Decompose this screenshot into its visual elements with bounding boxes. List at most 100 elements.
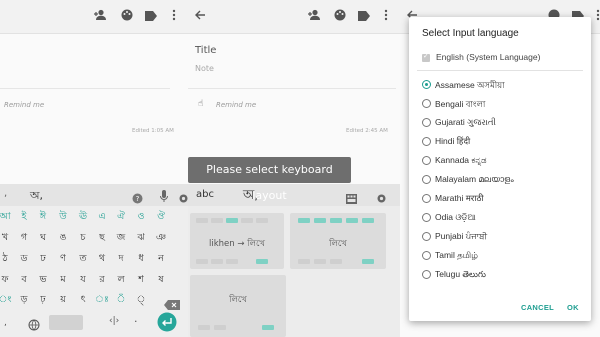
key[interactable]: গ: [16, 229, 32, 247]
layout-card-transliteration[interactable]: likhen → লিখে: [190, 213, 284, 269]
note-title-field[interactable]: Title: [195, 45, 216, 56]
key[interactable]: ৎ: [75, 291, 91, 309]
key[interactable]: র: [94, 271, 110, 289]
spacebar[interactable]: [49, 315, 83, 330]
key[interactable]: ড: [16, 250, 32, 268]
key[interactable]: ঞ: [153, 229, 169, 247]
keyboard-layout-tooltip: Please select keyboard layout: [188, 157, 351, 202]
abc-key[interactable]: abc: [196, 189, 214, 200]
key[interactable]: ন: [153, 250, 169, 268]
label-icon[interactable]: [356, 9, 372, 25]
key[interactable]: ও: [133, 208, 149, 226]
key[interactable]: ং: [0, 291, 13, 309]
language-label: Malayalam മലയാളം: [435, 174, 514, 184]
layout-card-native[interactable]: লিখে: [290, 213, 386, 269]
more-vert-icon[interactable]: [378, 9, 394, 25]
key[interactable]: ঢ়: [35, 291, 51, 309]
period-key[interactable]: ·: [134, 315, 138, 328]
language-option-punjabi[interactable]: Punjabi ਪੰਜਾਬੀ: [422, 229, 582, 245]
ok-button[interactable]: OK: [567, 303, 579, 312]
label-icon[interactable]: [143, 9, 159, 25]
key[interactable]: ঔ: [153, 208, 169, 226]
comma-key[interactable]: ,: [4, 188, 7, 199]
toolbar-left: [0, 0, 184, 34]
key[interactable]: চ: [75, 229, 91, 247]
language-option-malayalam[interactable]: Malayalam മലയാളം: [422, 172, 582, 188]
key[interactable]: ্: [133, 291, 149, 309]
key[interactable]: ঘ: [35, 229, 51, 247]
language-option-tamil[interactable]: Tamil தமிழ்: [422, 248, 582, 264]
system-language-option[interactable]: ✓ English (System Language): [422, 52, 582, 66]
layout-icon[interactable]: [346, 189, 357, 208]
add-person-icon[interactable]: [92, 9, 108, 25]
key-row-5: ং ড় ঢ় য় ৎ ঃ ঁ ্: [0, 291, 188, 311]
key[interactable]: ঙ: [55, 229, 71, 247]
key[interactable]: ঃ: [94, 291, 110, 309]
note-body-field[interactable]: Note: [195, 64, 214, 73]
key[interactable]: ষ: [153, 271, 169, 289]
cursor-move-icon[interactable]: ‹|›: [109, 316, 119, 326]
suggestion-word[interactable]: অ,: [30, 187, 43, 206]
key[interactable]: ম: [55, 271, 71, 289]
key[interactable]: ছ: [94, 229, 110, 247]
language-option-telugu[interactable]: Telugu తెలుగు: [422, 267, 582, 283]
enter-icon[interactable]: [157, 312, 177, 336]
settings-icon[interactable]: [376, 189, 387, 208]
key[interactable]: আ: [0, 208, 13, 226]
back-arrow-icon[interactable]: [192, 9, 208, 25]
more-vert-icon[interactable]: [590, 9, 600, 25]
remind-me-middle[interactable]: Remind me: [216, 101, 256, 109]
key[interactable]: ঠ: [0, 250, 13, 268]
key[interactable]: উ: [55, 208, 71, 226]
radio-selected-icon: [422, 80, 431, 89]
comma-key[interactable]: ,: [4, 318, 7, 328]
key[interactable]: ভ: [35, 271, 51, 289]
cancel-button[interactable]: CANCEL: [521, 303, 554, 312]
help-icon[interactable]: ?: [132, 189, 143, 208]
hand-icon[interactable]: ☝: [198, 99, 209, 110]
key[interactable]: খ: [0, 229, 13, 247]
more-vert-icon[interactable]: [166, 9, 182, 25]
palette-icon[interactable]: [332, 9, 348, 25]
language-option-marathi[interactable]: Marathi मराठी: [422, 191, 582, 207]
key[interactable]: ঊ: [75, 208, 91, 226]
palette-icon[interactable]: [119, 9, 135, 25]
key[interactable]: য: [75, 271, 91, 289]
language-option-assamese[interactable]: Assamese অসমীয়া: [422, 77, 582, 93]
layout-card-handwriting[interactable]: লিখে: [190, 275, 286, 337]
key[interactable]: ঢ: [35, 250, 51, 268]
key[interactable]: ফ: [0, 271, 13, 289]
key[interactable]: ই: [16, 208, 32, 226]
key[interactable]: জ: [113, 229, 129, 247]
globe-icon[interactable]: [28, 316, 40, 335]
layout-card-label: লিখে: [229, 295, 247, 305]
key[interactable]: ল: [113, 271, 129, 289]
key[interactable]: য়: [55, 291, 71, 309]
key[interactable]: ঝ: [133, 229, 149, 247]
language-option-kannada[interactable]: Kannada ಕನ್ನಡ: [422, 153, 582, 169]
key[interactable]: ঁ: [113, 291, 129, 309]
remind-me-left[interactable]: Remind me: [4, 101, 44, 109]
mic-icon[interactable]: [160, 188, 168, 207]
key[interactable]: এ: [94, 208, 110, 226]
key[interactable]: ঈ: [35, 208, 51, 226]
language-option-bengali[interactable]: Bengali বাংলা: [422, 96, 582, 112]
key[interactable]: দ: [113, 250, 129, 268]
language-option-odia[interactable]: Odia ଓଡ଼ିଆ: [422, 210, 582, 226]
radio-icon: [422, 232, 431, 241]
key[interactable]: ব: [16, 271, 32, 289]
language-label: Tamil தமிழ்: [435, 250, 478, 260]
language-option-hindi[interactable]: Hindi हिंदी: [422, 134, 582, 150]
edited-time-left: Edited 1:05 AM: [132, 128, 174, 134]
key[interactable]: ড়: [16, 291, 32, 309]
key[interactable]: শ: [133, 271, 149, 289]
add-person-icon[interactable]: [306, 9, 322, 25]
key[interactable]: ণ: [55, 250, 71, 268]
radio-icon: [422, 194, 431, 203]
key[interactable]: ত: [75, 250, 91, 268]
key[interactable]: ঐ: [113, 208, 129, 226]
key[interactable]: ধ: [133, 250, 149, 268]
language-option-gujarati[interactable]: Gujarati ગુજરાતી: [422, 115, 582, 131]
layout-card-label: likhen → লিখে: [209, 239, 265, 249]
key[interactable]: থ: [94, 250, 110, 268]
